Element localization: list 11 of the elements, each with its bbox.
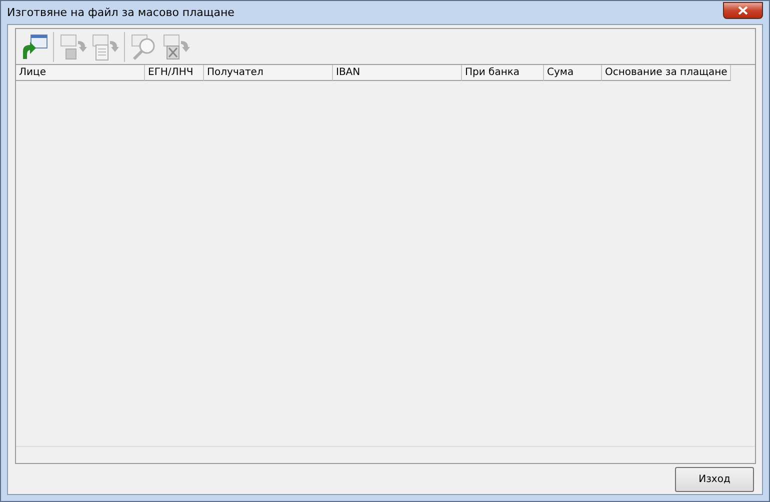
close-button[interactable] xyxy=(723,2,763,19)
column-header[interactable]: При банка xyxy=(462,65,544,81)
column-header[interactable]: IBAN xyxy=(333,65,462,81)
column-header[interactable]: Основание за плащане xyxy=(602,65,731,81)
close-icon[interactable] xyxy=(738,6,748,15)
column-header[interactable]: Получател xyxy=(204,65,333,81)
column-header[interactable]: Лице xyxy=(16,65,145,81)
column-header[interactable]: Сума xyxy=(544,65,602,81)
window-title: Изготвяне на файл за масово плащане xyxy=(7,6,234,19)
column-header[interactable]: ЕГН/ЛНЧ xyxy=(145,65,204,81)
exit-button[interactable]: Изход xyxy=(675,466,754,492)
